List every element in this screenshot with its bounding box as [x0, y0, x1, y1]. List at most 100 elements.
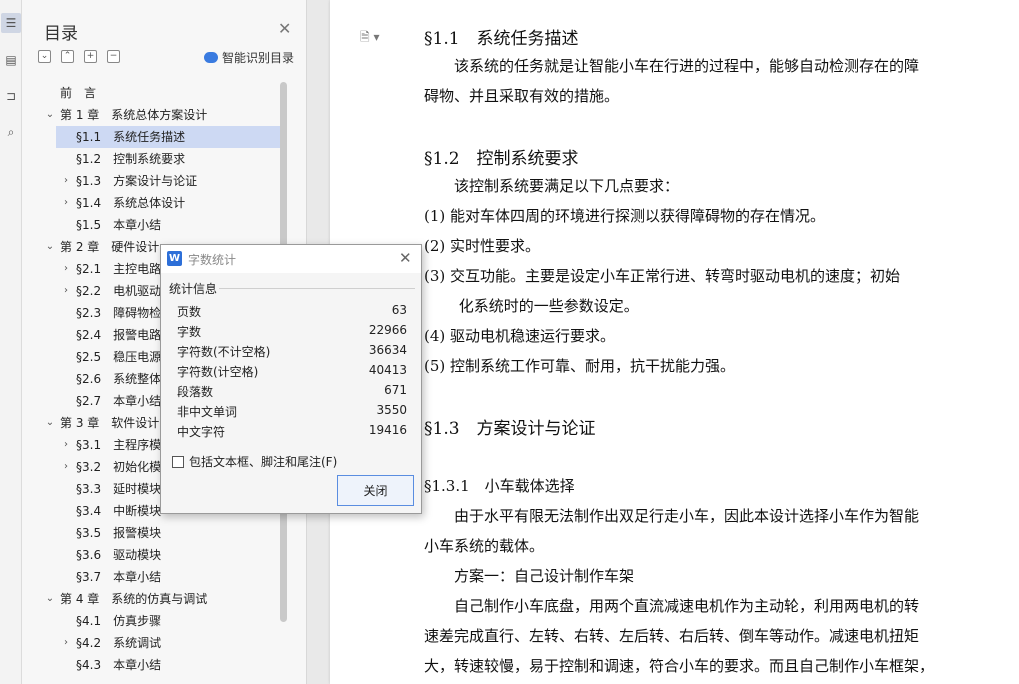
collapse-all-icon[interactable]: ⌄ — [38, 50, 51, 63]
paragraph-line: 该控制系统要满足以下几点要求： — [424, 177, 680, 195]
paragraph-line: 小车系统的载体。 — [424, 537, 545, 555]
stat-label: 字符数(计空格) — [177, 365, 259, 379]
toc-title: 目录 — [44, 24, 78, 44]
paragraph-line: 自己制作小车底盘，用两个直流减速电机作为主动轮，利用两电机的转 — [424, 597, 920, 615]
smart-toc-button[interactable]: 智能识别目录 — [204, 49, 294, 66]
section-heading: §1.1 系统任务描述 — [424, 29, 579, 49]
toc-item[interactable]: 前 言 — [22, 82, 280, 104]
expand-up-icon[interactable]: ⌃ — [61, 50, 74, 63]
dialog-header: W 字数统计 ✕ — [161, 245, 421, 273]
paragraph-line: 大，转速较慢，易于控制和调速，符合小车的要求。而且自己制作小车框架， — [424, 657, 935, 675]
toc-item-label: §2.7 本章小结 — [76, 394, 162, 408]
stat-row: 字数 22966 — [177, 323, 407, 343]
toc-item[interactable]: §3.7 本章小结 — [22, 566, 280, 588]
toc-item-label: §3.1 主程序模块 — [76, 438, 174, 452]
chevron-right-icon[interactable]: › — [60, 170, 72, 192]
bookmark-icon[interactable]: ⊐ — [1, 86, 21, 106]
smart-toc-label: 智能识别目录 — [222, 51, 295, 65]
toc-item[interactable]: › §1.3 方案设计与论证 — [22, 170, 280, 192]
word-count-dialog: W 字数统计 ✕ 统计信息 页数 63 字数 22966 字符数(不计空格) 36634 字… — [160, 244, 422, 514]
close-icon[interactable]: ✕ — [399, 249, 412, 267]
toc-item[interactable]: §1.5 本章小结 — [22, 214, 280, 236]
toc-item-label: §3.7 本章小结 — [76, 570, 162, 584]
toc-item[interactable]: › §1.4 系统总体设计 — [22, 192, 280, 214]
stat-label: 字符数(不计空格) — [177, 345, 271, 359]
toc-item-label: §4.3 本章小结 — [76, 658, 162, 672]
stat-label: 中文字符 — [177, 425, 226, 439]
checkbox[interactable] — [172, 455, 184, 468]
paragraph-line: 化系统时的一些参数设定。 — [424, 297, 639, 315]
stat-row: 字符数(不计空格) 36634 — [177, 343, 407, 363]
paragraph-line: (4) 驱动电机稳速运行要求。 — [424, 327, 616, 345]
chevron-down-icon[interactable]: ⌄ — [44, 236, 56, 258]
chevron-down-icon[interactable]: ⌄ — [44, 412, 56, 434]
chevron-right-icon[interactable]: › — [60, 456, 72, 478]
dialog-title: 字数统计 — [188, 253, 237, 267]
section-heading: §1.3 方案设计与论证 — [424, 419, 596, 439]
paragraph-line: (1) 能对车体四周的环境进行探测以获得障碍物的存在情况。 — [424, 207, 826, 225]
plus-icon[interactable]: + — [84, 50, 97, 63]
stat-label: 非中文单词 — [177, 405, 238, 419]
stat-row: 非中文单词 3550 — [177, 403, 407, 423]
stat-value: 40413 — [368, 363, 407, 377]
close-icon[interactable]: ✕ — [278, 19, 291, 38]
toc-item[interactable]: §3.5 报警模块 — [22, 522, 280, 544]
section-heading: §1.2 控制系统要求 — [424, 149, 579, 169]
toc-item[interactable]: §1.1 系统任务描述 — [56, 126, 280, 148]
divider — [219, 288, 415, 289]
wps-logo-icon: W — [167, 251, 182, 266]
section-heading: §1.3.1 小车载体选择 — [424, 477, 575, 495]
chevron-right-icon[interactable]: › — [60, 192, 72, 214]
paragraph-line: 碍物、并且采取有效的措施。 — [424, 87, 620, 105]
toc-item[interactable]: ⌄ 第 4 章 系统的仿真与调试 — [22, 588, 280, 610]
chevron-down-icon[interactable]: ⌄ — [44, 104, 56, 126]
toc-item-label: §3.2 初始化模块 — [76, 460, 174, 474]
toc-item-label: §1.1 系统任务描述 — [76, 130, 186, 144]
toc-item[interactable]: › §4.2 系统调试 — [22, 632, 280, 654]
chevron-right-icon[interactable]: › — [60, 280, 72, 302]
toc-item-label: §1.3 方案设计与论证 — [76, 174, 198, 188]
toc-item-label: 第 4 章 系统的仿真与调试 — [60, 592, 208, 606]
toc-item-label: §2.5 稳压电源电 — [76, 350, 174, 364]
chevron-right-icon[interactable]: › — [60, 434, 72, 456]
stat-row: 页数 63 — [177, 303, 407, 323]
paragraph-line: 由于水平有限无法制作出双足行走小车，因此本设计选择小车作为智能 — [424, 507, 920, 525]
toc-item[interactable]: §1.2 控制系统要求 — [22, 148, 280, 170]
toc-item-label: 第 1 章 系统总体方案设计 — [60, 108, 208, 122]
toc-item-label: §2.3 障碍物检测 — [76, 306, 174, 320]
find-icon[interactable]: ⌕ — [1, 122, 21, 142]
stat-row: 段落数 671 — [177, 383, 407, 403]
close-button[interactable]: 关闭 — [337, 475, 414, 506]
toc-item-label: §3.6 驱动模块 — [76, 548, 162, 562]
chevron-down-icon[interactable]: ⌄ — [44, 588, 56, 610]
stat-value: 63 — [391, 303, 407, 317]
toc-item[interactable]: §4.1 仿真步骤 — [22, 610, 280, 632]
stat-label: 页数 — [177, 305, 202, 319]
toc-item-label: 第 3 章 软件设计简 — [60, 416, 172, 430]
toc-item-label: 第 2 章 硬件设计 — [60, 240, 160, 254]
toc-item-label: §3.4 中断模块 — [76, 504, 162, 518]
toc-item-label: §1.4 系统总体设计 — [76, 196, 186, 210]
left-icon-rail: ☰ ▤ ⊐ ⌕ — [0, 0, 22, 684]
toc-item-label: §1.2 控制系统要求 — [76, 152, 186, 166]
document-page[interactable]: 🗎 ▾ §1.1 系统任务描述 该系统的任务就是让智能小车在行进的过程中，能够自… — [330, 0, 1019, 684]
toc-icon[interactable]: ☰ — [1, 13, 21, 33]
toc-item-label: §2.1 主控电路设 — [76, 262, 174, 276]
paragraph-line: 速差完成直行、左转、右转、左后转、右后转、倒车等动作。减速电机扭矩 — [424, 627, 920, 645]
paragraph-line: 该系统的任务就是让智能小车在行进的过程中，能够自动检测存在的障 — [424, 57, 920, 75]
toc-item[interactable]: §4.3 本章小结 — [22, 654, 280, 676]
minus-icon[interactable]: − — [107, 50, 120, 63]
document-icon[interactable]: 🗎 ▾ — [360, 28, 380, 49]
cloud-icon — [204, 52, 218, 63]
chevron-right-icon[interactable]: › — [60, 258, 72, 280]
paragraph-line: (2) 实时性要求。 — [424, 237, 541, 255]
toc-item-label: §3.3 延时模块 — [76, 482, 162, 496]
list-icon[interactable]: ▤ — [1, 50, 21, 70]
toc-item-label: §4.1 仿真步骤 — [76, 614, 162, 628]
stat-value: 19416 — [368, 423, 407, 437]
toc-item[interactable]: ⌄ 第 1 章 系统总体方案设计 — [22, 104, 280, 126]
toc-item[interactable]: §3.6 驱动模块 — [22, 544, 280, 566]
include-textbox-checkbox[interactable]: 包括文本框、脚注和尾注(F) — [172, 453, 337, 470]
chevron-right-icon[interactable]: › — [60, 632, 72, 654]
paragraph-line: (5) 控制系统工作可靠、耐用，抗干扰能力强。 — [424, 357, 736, 375]
